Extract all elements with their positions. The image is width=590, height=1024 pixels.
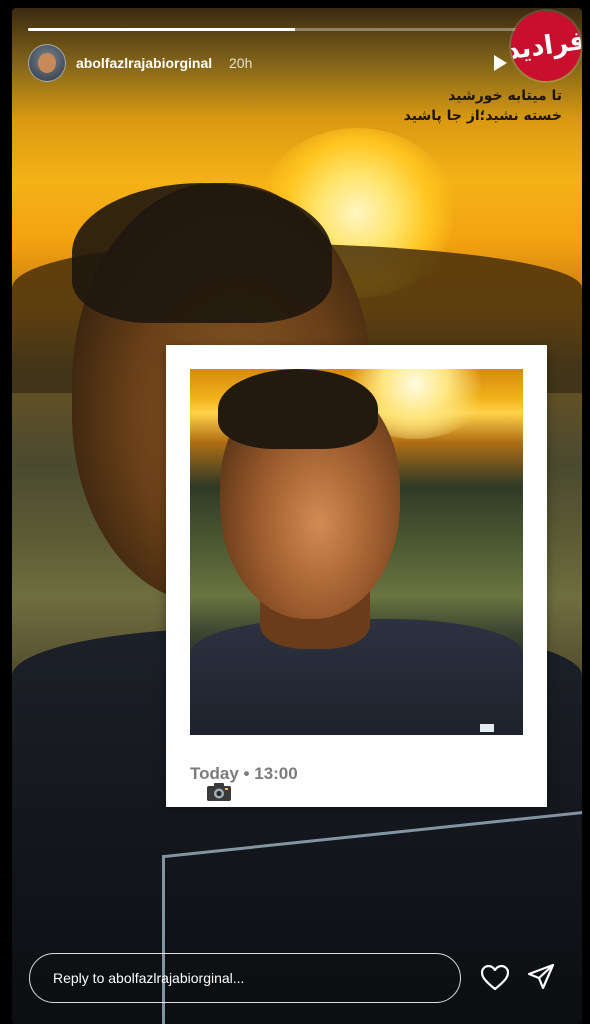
caption-line-2: خسته نشید؛از جا پاشید	[403, 108, 562, 124]
polaroid-photo	[190, 369, 523, 735]
story-time: 20h	[229, 55, 253, 71]
reply-input[interactable]: Reply to abolfazlrajabiorginal...	[29, 953, 461, 1003]
reply-placeholder: Reply to abolfazlrajabiorginal...	[53, 970, 245, 986]
polaroid-shirt-tag	[480, 724, 494, 732]
polaroid-separator: •	[243, 764, 250, 783]
heart-icon[interactable]	[481, 965, 509, 991]
story-progress-bar	[28, 28, 562, 31]
blurred-cap	[72, 183, 332, 323]
story-viewer: abolfazlrajabiorginal 20h فرادید تا میتا…	[0, 0, 590, 1024]
logo-text: فرادید	[511, 25, 581, 67]
story-progress-fill	[28, 28, 295, 31]
polaroid-cap	[218, 369, 378, 449]
fararu-logo: فرادید	[511, 11, 581, 81]
polaroid-time: 13:00	[254, 764, 298, 783]
polaroid-sticker: Today • 13:00	[166, 345, 547, 807]
send-icon[interactable]	[527, 963, 555, 991]
caption-line-1: تا میتابه خورشید	[448, 88, 562, 104]
camera-icon	[207, 783, 231, 801]
username[interactable]: abolfazlrajabiorginal	[76, 55, 212, 71]
play-icon[interactable]	[491, 54, 509, 72]
polaroid-timestamp: Today • 13:00	[190, 764, 298, 784]
avatar[interactable]	[28, 44, 66, 82]
polaroid-date-label: Today	[190, 764, 239, 783]
